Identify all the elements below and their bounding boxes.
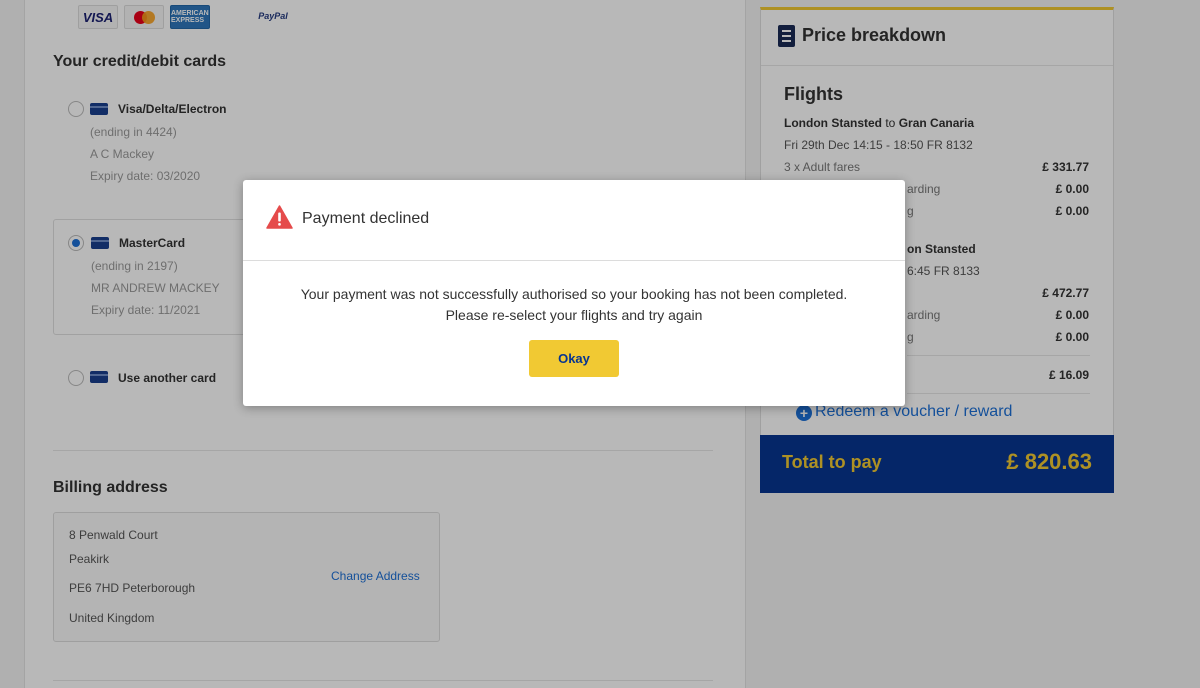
okay-button[interactable]: Okay <box>529 340 619 377</box>
dialog-message-line-1: Your payment was not successfully author… <box>300 286 848 302</box>
dialog-message-line-2: Please re-select your flights and try ag… <box>445 307 703 323</box>
payment-declined-dialog: Payment declined Your payment was not su… <box>243 180 905 406</box>
warning-triangle-icon <box>266 205 293 229</box>
dialog-header: Payment declined <box>243 180 905 261</box>
dialog-message: Your payment was not successfully author… <box>243 284 905 326</box>
dialog-title: Payment declined <box>302 210 430 227</box>
